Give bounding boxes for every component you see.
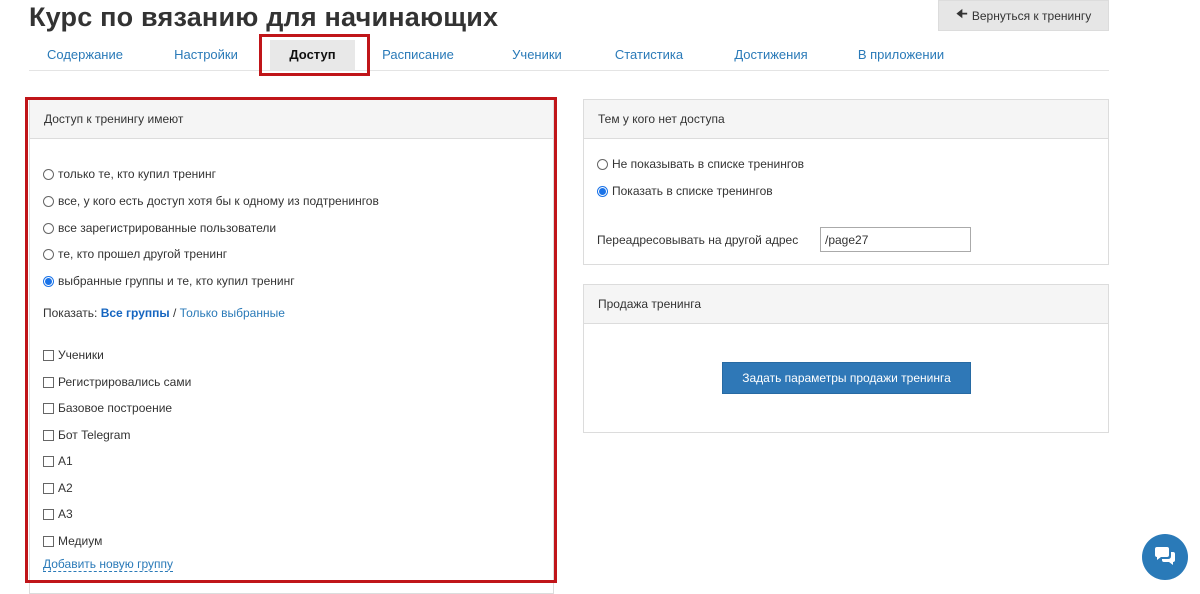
set-sale-parameters-button[interactable]: Задать параметры продажи тренинга <box>722 362 971 394</box>
add-group-row: Добавить новую группу <box>43 557 174 572</box>
tab-schedule[interactable]: Расписание <box>375 40 461 70</box>
group-item[interactable]: Бот Telegram <box>43 428 130 442</box>
group-label: А3 <box>58 507 73 521</box>
access-option-label: только те, кто купил тренинг <box>58 167 216 181</box>
group-item[interactable]: Ученики <box>43 348 104 362</box>
access-option-label: те, кто прошел другой тренинг <box>58 247 228 261</box>
chat-button[interactable] <box>1142 534 1188 580</box>
access-option-completed-other[interactable]: те, кто прошел другой тренинг <box>43 247 227 261</box>
tab-statistics[interactable]: Статистика <box>611 40 687 70</box>
sale-panel: Продажа тренинга <box>583 284 1109 433</box>
group-label: Медиум <box>58 534 103 548</box>
radio-button-selected[interactable] <box>43 275 54 287</box>
tab-settings[interactable]: Настройки <box>169 40 243 70</box>
group-label: А2 <box>58 481 73 495</box>
group-item[interactable]: Медиум <box>43 534 102 548</box>
access-option-label: все, у кого есть доступ хотя бы к одному… <box>58 194 379 208</box>
access-panel-title: Доступ к тренингу имеют <box>30 100 553 139</box>
radio-button[interactable] <box>43 248 54 260</box>
redirect-url-input[interactable] <box>820 227 971 252</box>
group-label: А1 <box>58 454 73 468</box>
group-item[interactable]: Базовое построение <box>43 401 172 415</box>
tab-in-app[interactable]: В приложении <box>855 40 947 70</box>
no-access-option-hide[interactable]: Не показывать в списке тренингов <box>597 157 804 171</box>
redirect-label: Переадресовывать на другой адрес <box>597 233 799 247</box>
checkbox[interactable] <box>43 455 54 467</box>
group-filter-label: Показать: <box>43 306 98 320</box>
checkbox[interactable] <box>43 508 54 520</box>
checkbox[interactable] <box>43 402 54 414</box>
radio-button[interactable] <box>43 168 54 180</box>
back-to-training-button[interactable]: 🠈 Вернуться к тренингу <box>938 0 1109 31</box>
checkbox[interactable] <box>43 535 54 547</box>
radio-button[interactable] <box>43 222 54 234</box>
radio-button-selected[interactable] <box>597 185 608 197</box>
group-label: Регистрировались сами <box>58 375 192 389</box>
filter-separator: / <box>172 306 177 320</box>
arrow-left-icon: 🠈 <box>955 5 968 21</box>
tab-content[interactable]: Содержание <box>41 40 129 70</box>
filter-all-groups-link[interactable]: Все группы <box>101 306 170 320</box>
tab-access[interactable]: Доступ <box>270 40 355 70</box>
back-button-label: Вернуться к тренингу <box>971 8 1092 23</box>
radio-button[interactable] <box>43 195 54 207</box>
group-label: Ученики <box>58 348 104 362</box>
access-option-subtrainings[interactable]: все, у кого есть доступ хотя бы к одному… <box>43 194 379 208</box>
sale-panel-title: Продажа тренинга <box>584 285 1108 324</box>
no-access-option-label: Не показывать в списке тренингов <box>612 157 805 171</box>
access-option-label: выбранные группы и те, кто купил тренинг <box>58 274 295 288</box>
group-item[interactable]: А3 <box>43 507 73 521</box>
group-label: Бот Telegram <box>58 428 131 442</box>
filter-selected-only-link[interactable]: Только выбранные <box>180 306 285 320</box>
no-access-option-show[interactable]: Показать в списке тренингов <box>597 184 773 198</box>
page-title: Курс по вязанию для начинающих <box>29 2 499 32</box>
group-label: Базовое построение <box>58 401 173 415</box>
tab-bar: Содержание Настройки Доступ Расписание У… <box>29 40 1109 71</box>
checkbox[interactable] <box>43 482 54 494</box>
tab-achievements[interactable]: Достижения <box>729 40 813 70</box>
access-option-purchased[interactable]: только те, кто купил тренинг <box>43 167 216 181</box>
add-new-group-link[interactable]: Добавить новую группу <box>43 557 174 572</box>
access-option-selected-groups[interactable]: выбранные группы и те, кто купил тренинг <box>43 274 295 288</box>
no-access-panel-title: Тем у кого нет доступа <box>584 100 1108 139</box>
group-item[interactable]: Регистрировались сами <box>43 375 191 389</box>
chat-bubbles-icon <box>1155 547 1175 565</box>
group-item[interactable]: А1 <box>43 454 73 468</box>
checkbox[interactable] <box>43 429 54 441</box>
group-item[interactable]: А2 <box>43 481 73 495</box>
no-access-option-label: Показать в списке тренингов <box>612 184 773 198</box>
access-option-label: все зарегистрированные пользователи <box>58 221 277 235</box>
checkbox[interactable] <box>43 349 54 361</box>
access-option-registered[interactable]: все зарегистрированные пользователи <box>43 221 276 235</box>
group-filter: Показать: Все группы / Только выбранные <box>43 306 285 320</box>
checkbox[interactable] <box>43 376 54 388</box>
tab-students[interactable]: Ученики <box>505 40 569 70</box>
radio-button[interactable] <box>597 158 608 170</box>
